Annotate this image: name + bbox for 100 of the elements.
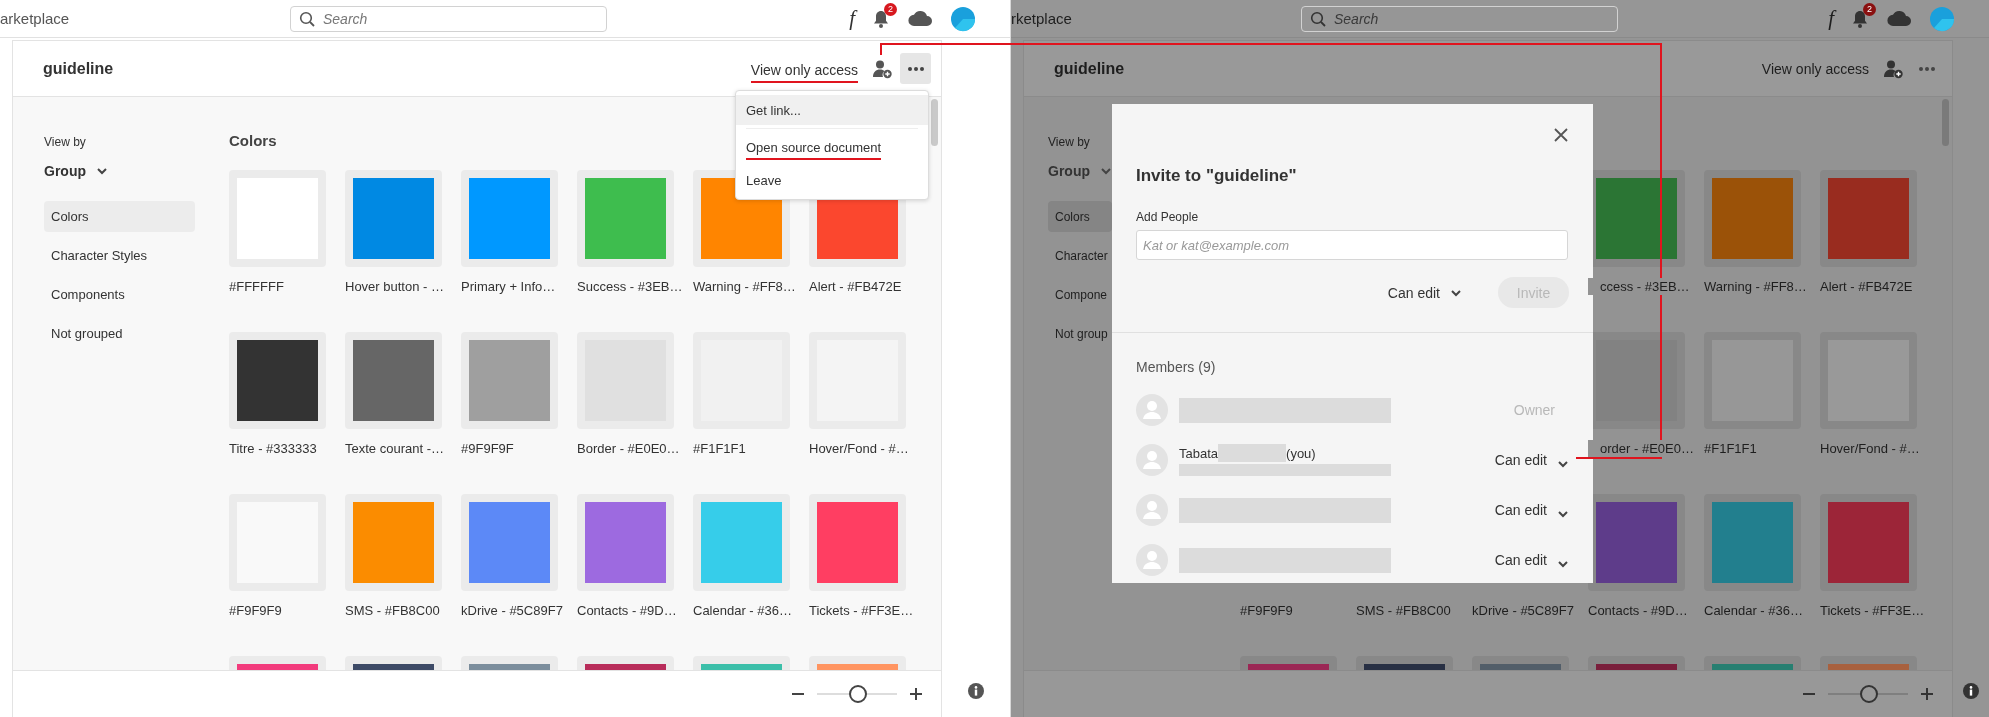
view-by-label: View by bbox=[44, 135, 87, 149]
dialog-title: Invite to "guideline" bbox=[1136, 166, 1298, 186]
slider-thumb[interactable] bbox=[1860, 685, 1878, 703]
group-dropdown[interactable]: Group bbox=[1048, 162, 1112, 180]
avatar-icon[interactable] bbox=[1929, 5, 1955, 32]
swatch-label: Calendar - #36… bbox=[693, 602, 792, 619]
swatch-label: #F1F1F1 bbox=[1704, 440, 1757, 457]
role-dropdown[interactable]: Can edit bbox=[1494, 502, 1569, 518]
swatch-frame[interactable] bbox=[345, 494, 442, 591]
swatch-frame[interactable] bbox=[229, 332, 326, 429]
sidebar-item[interactable]: Character bbox=[1048, 240, 1112, 271]
more-button[interactable] bbox=[900, 53, 931, 84]
person-avatar-icon bbox=[1136, 394, 1168, 426]
menu-item[interactable]: Open source document bbox=[736, 135, 928, 165]
permission-dropdown[interactable]: Can edit bbox=[1387, 284, 1462, 301]
swatch-frame[interactable] bbox=[1704, 170, 1801, 267]
sidebar-item[interactable]: Character Styles bbox=[44, 240, 195, 271]
person-avatar-icon bbox=[1136, 544, 1168, 576]
role-label: Owner bbox=[1513, 402, 1555, 418]
swatch-frame[interactable] bbox=[693, 494, 790, 591]
swatch-label: Hover/Fond - #… bbox=[809, 440, 909, 457]
cloud-icon[interactable] bbox=[1886, 9, 1912, 28]
swatch-frame[interactable] bbox=[577, 170, 674, 267]
chevron-icon bbox=[1557, 460, 1569, 468]
swatch-label: #F9F9F9 bbox=[229, 602, 282, 619]
search-icon bbox=[299, 10, 315, 27]
swatch-label: #FFFFFF bbox=[229, 278, 284, 295]
swatch-frame[interactable] bbox=[1588, 494, 1685, 591]
scrollbar[interactable] bbox=[931, 99, 938, 146]
swatch-frame[interactable] bbox=[1820, 170, 1917, 267]
swatch-frame[interactable] bbox=[1704, 494, 1801, 591]
member-note: (you) bbox=[1286, 445, 1316, 461]
swatch-frame[interactable] bbox=[345, 332, 442, 429]
menu-item[interactable]: Get link... bbox=[736, 95, 928, 125]
person-avatar-icon bbox=[1136, 444, 1168, 476]
zoom-in-icon[interactable] bbox=[1920, 687, 1934, 701]
sidebar-item[interactable]: Not grouped bbox=[44, 318, 195, 349]
add-person-icon[interactable] bbox=[1883, 58, 1903, 79]
swatch-label: Contacts - #9D… bbox=[577, 602, 677, 619]
search-field[interactable]: Search bbox=[290, 5, 607, 32]
role-dropdown[interactable]: Can edit bbox=[1494, 452, 1569, 468]
chevron-icon bbox=[96, 167, 108, 175]
access-label[interactable]: View only access bbox=[750, 62, 858, 83]
zoom-in-icon[interactable] bbox=[909, 687, 923, 701]
swatch-label: #F9F9F9 bbox=[1240, 602, 1293, 619]
redaction-bar bbox=[1218, 444, 1287, 462]
role-dropdown[interactable]: Can edit bbox=[1494, 552, 1569, 568]
sidebar-item[interactable]: Compone bbox=[1048, 279, 1112, 310]
people-field[interactable]: Kat or kat@example.com bbox=[1136, 230, 1568, 260]
swatch-label: ccess - #3EB… bbox=[1588, 278, 1690, 295]
field-label: Add People bbox=[1136, 210, 1200, 224]
swatch-label: Contacts - #9D… bbox=[1588, 602, 1688, 619]
info-icon[interactable] bbox=[1963, 683, 1979, 699]
swatch-label: Success - #3EB… bbox=[577, 278, 683, 295]
search-icon bbox=[1310, 10, 1326, 27]
document-title: guideline bbox=[43, 59, 114, 78]
swatch-label: Hover button - … bbox=[345, 278, 444, 295]
slider-thumb[interactable] bbox=[849, 685, 867, 703]
swatch-label: Warning - #FF8… bbox=[1704, 278, 1807, 295]
swatch-frame[interactable] bbox=[809, 494, 906, 591]
notification-badge: 2 bbox=[1863, 2, 1876, 16]
app-title: arketplace bbox=[0, 10, 71, 27]
swatch-label: Texte courant -… bbox=[345, 440, 444, 457]
swatch-label: Alert - #FB472E bbox=[809, 278, 902, 295]
search-field[interactable]: Search bbox=[1301, 5, 1618, 32]
info-icon[interactable] bbox=[968, 683, 984, 699]
sidebar-item[interactable]: Components bbox=[44, 279, 195, 310]
swatch-label: Primary + Info… bbox=[461, 278, 556, 295]
scrollbar[interactable] bbox=[1942, 99, 1949, 146]
swatch-label: Hover/Fond - #… bbox=[1820, 440, 1920, 457]
swatch-label: #F1F1F1 bbox=[693, 440, 746, 457]
person-avatar-icon bbox=[1136, 494, 1168, 526]
swatch-frame[interactable] bbox=[461, 332, 558, 429]
swatch-label: SMS - #FB8C00 bbox=[1356, 602, 1451, 619]
swatch-label: Calendar - #36… bbox=[1704, 602, 1803, 619]
sidebar-item[interactable]: Colors bbox=[1048, 201, 1112, 232]
swatch-frame[interactable] bbox=[345, 170, 442, 267]
swatch-frame[interactable] bbox=[461, 170, 558, 267]
sidebar-item[interactable]: Colors bbox=[44, 201, 195, 232]
access-label[interactable]: View only access bbox=[1761, 60, 1869, 77]
swatch-label: SMS - #FB8C00 bbox=[345, 602, 440, 619]
close-icon[interactable] bbox=[1554, 128, 1568, 142]
swatch-frame[interactable] bbox=[1820, 494, 1917, 591]
menu-item[interactable]: Leave bbox=[736, 165, 928, 195]
cloud-icon[interactable] bbox=[907, 9, 933, 28]
avatar-icon[interactable] bbox=[950, 5, 976, 32]
swatch-frame[interactable] bbox=[577, 332, 674, 429]
swatch-frame[interactable] bbox=[461, 494, 558, 591]
swatch-label: kDrive - #5C89F7 bbox=[1472, 602, 1574, 619]
swatch-frame[interactable] bbox=[577, 494, 674, 591]
group-dropdown[interactable]: Group bbox=[44, 162, 108, 180]
swatch-label: #9F9F9F bbox=[461, 440, 514, 457]
add-person-icon[interactable] bbox=[872, 58, 892, 79]
swatch-label: Alert - #FB472E bbox=[1820, 278, 1913, 295]
swatch-label: Border - #E0E0… bbox=[577, 440, 680, 457]
sidebar-item[interactable]: Not group bbox=[1048, 318, 1112, 349]
bell-icon[interactable] bbox=[872, 8, 890, 29]
chevron-icon bbox=[1450, 288, 1462, 297]
app-title: rketplace bbox=[1011, 10, 1073, 27]
bell-icon[interactable] bbox=[1851, 8, 1869, 29]
